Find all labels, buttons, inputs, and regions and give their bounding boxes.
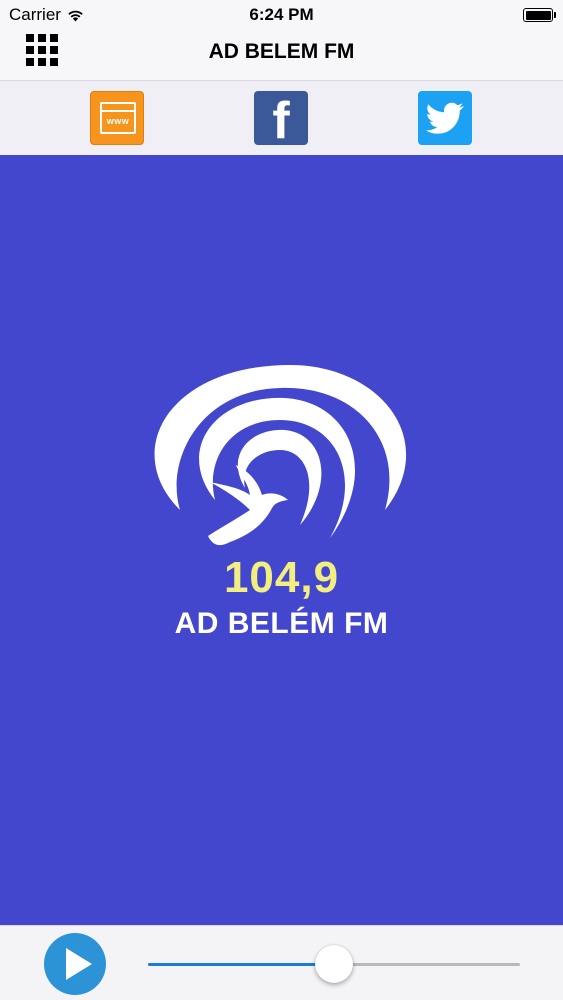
station-name: AD BELÉM FM <box>174 607 389 640</box>
play-button[interactable] <box>44 933 106 995</box>
social-bar: www f <box>0 81 563 155</box>
slider-thumb[interactable] <box>315 945 353 983</box>
player-bar <box>0 925 563 1000</box>
slider-fill <box>148 963 334 966</box>
battery-nub <box>554 12 556 18</box>
facebook-icon: f <box>272 92 290 150</box>
station-logo-icon <box>154 365 407 546</box>
station-artwork: 104,9 AD BELÉM FM <box>0 155 563 925</box>
nav-bar: AD BELEM FM <box>0 30 563 81</box>
www-icon: www <box>100 102 136 134</box>
facebook-button[interactable]: f <box>254 91 308 150</box>
battery-icon <box>523 8 556 22</box>
page-title: AD BELEM FM <box>208 40 355 63</box>
www-label: www <box>106 116 130 126</box>
battery-fill <box>525 10 551 20</box>
status-time: 6:24 PM <box>249 5 314 24</box>
twitter-button[interactable] <box>418 91 472 145</box>
volume-slider[interactable] <box>148 945 520 983</box>
website-button[interactable]: www <box>90 91 144 145</box>
status-bar: Carrier 6:24 PM <box>0 0 563 30</box>
station-frequency: 104,9 <box>223 553 340 602</box>
twitter-icon <box>425 102 464 134</box>
